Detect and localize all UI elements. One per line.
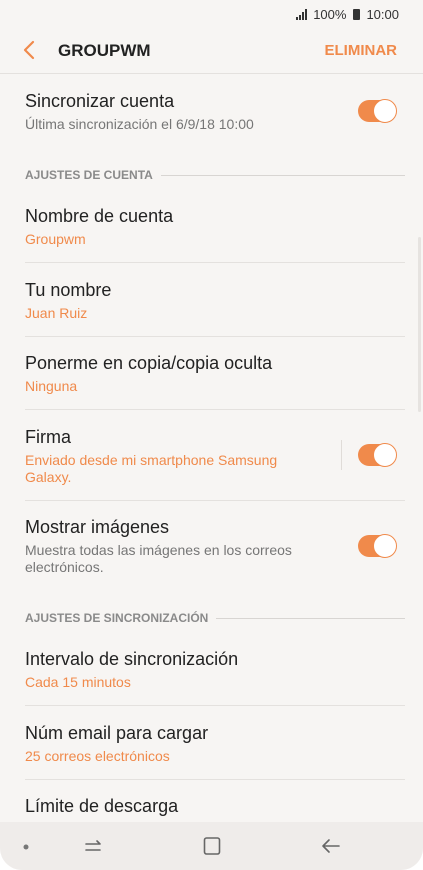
row-divider [25,779,405,780]
emails-to-load-value: 25 correos electrónicos [25,748,170,764]
navigation-bar [0,822,423,870]
signature-value-line1: Enviado desde mi smartphone Samsung [25,452,278,468]
settings-list: Sincronizar cuenta Última sincronización… [0,74,423,822]
toggle-knob [373,99,397,123]
toggle-knob [373,534,397,558]
battery-percent: 100% [313,6,347,22]
show-images-subtitle-line1: Muestra todas las imágenes en los correo… [25,542,292,558]
status-bar: 100% 10:00 [0,0,423,28]
section-title: AJUSTES DE CUENTA [25,168,153,182]
signature-title: Firma [25,427,71,447]
sync-account-row[interactable]: Sincronizar cuenta Última sincronización… [25,91,405,133]
toggle-knob [373,443,397,467]
show-images-subtitle-line2: electrónicos. [25,559,104,575]
your-name-row[interactable]: Tu nombre Juan Ruiz [25,280,405,322]
row-divider [25,262,405,263]
account-name-title: Nombre de cuenta [25,206,174,226]
row-divider [25,500,405,501]
cc-bcc-value: Ninguna [25,378,78,394]
show-images-row[interactable]: Mostrar imágenes Muestra todas las imáge… [25,517,405,576]
your-name-title: Tu nombre [25,280,112,300]
section-line [216,617,405,619]
download-limit-row[interactable]: Límite de descarga [25,796,405,817]
your-name-value: Juan Ruiz [25,305,88,321]
delete-button[interactable]: ELIMINAR [325,42,398,59]
download-limit-title: Límite de descarga [25,796,179,816]
cc-bcc-row[interactable]: Ponerme en copia/copia oculta Ninguna [25,353,405,395]
signature-row[interactable]: Firma Enviado desde mi smartphone Samsun… [25,427,328,486]
signature-divider [341,440,342,470]
signature-toggle[interactable] [358,443,397,467]
section-header-account: AJUSTES DE CUENTA [25,168,405,182]
emails-to-load-row[interactable]: Núm email para cargar 25 correos electró… [25,723,405,765]
home-icon[interactable] [202,835,222,857]
show-images-title: Mostrar imágenes [25,517,170,537]
sync-account-toggle[interactable] [358,99,397,123]
sync-account-subtitle: Última sincronización el 6/9/18 10:00 [25,116,254,132]
row-divider [25,336,405,337]
recent-apps-icon[interactable] [84,836,104,856]
settings-screen: 100% 10:00 GROUPWM ELIMINAR Sincronizar … [0,0,423,870]
arrow-left-icon[interactable] [20,39,40,61]
sync-interval-value: Cada 15 minutos [25,674,131,690]
section-title: AJUSTES DE SINCRONIZACIÓN [25,611,209,625]
section-header-sync: AJUSTES DE SINCRONIZACIÓN [25,611,405,625]
clock: 10:00 [366,6,399,22]
signal-icon [296,8,308,20]
app-bar: GROUPWM ELIMINAR [0,28,423,73]
sync-interval-row[interactable]: Intervalo de sincronización Cada 15 minu… [25,649,405,691]
section-line [160,174,405,176]
emails-to-load-title: Núm email para cargar [25,723,209,743]
cc-bcc-title: Ponerme en copia/copia oculta [25,353,273,373]
account-name-row[interactable]: Nombre de cuenta Groupwm [25,206,405,248]
back-icon[interactable] [320,836,342,856]
sync-account-title: Sincronizar cuenta [25,91,175,111]
signature-value-line2: Galaxy. [25,469,72,485]
page-title: GROUPWM [58,41,151,60]
account-name-value: Groupwm [25,231,86,247]
row-divider [25,705,405,706]
battery-icon [353,8,361,20]
sync-interval-title: Intervalo de sincronización [25,649,239,669]
scrollbar[interactable] [418,237,421,412]
show-images-toggle[interactable] [358,534,397,558]
dot-icon [23,844,29,850]
row-divider [25,409,405,410]
